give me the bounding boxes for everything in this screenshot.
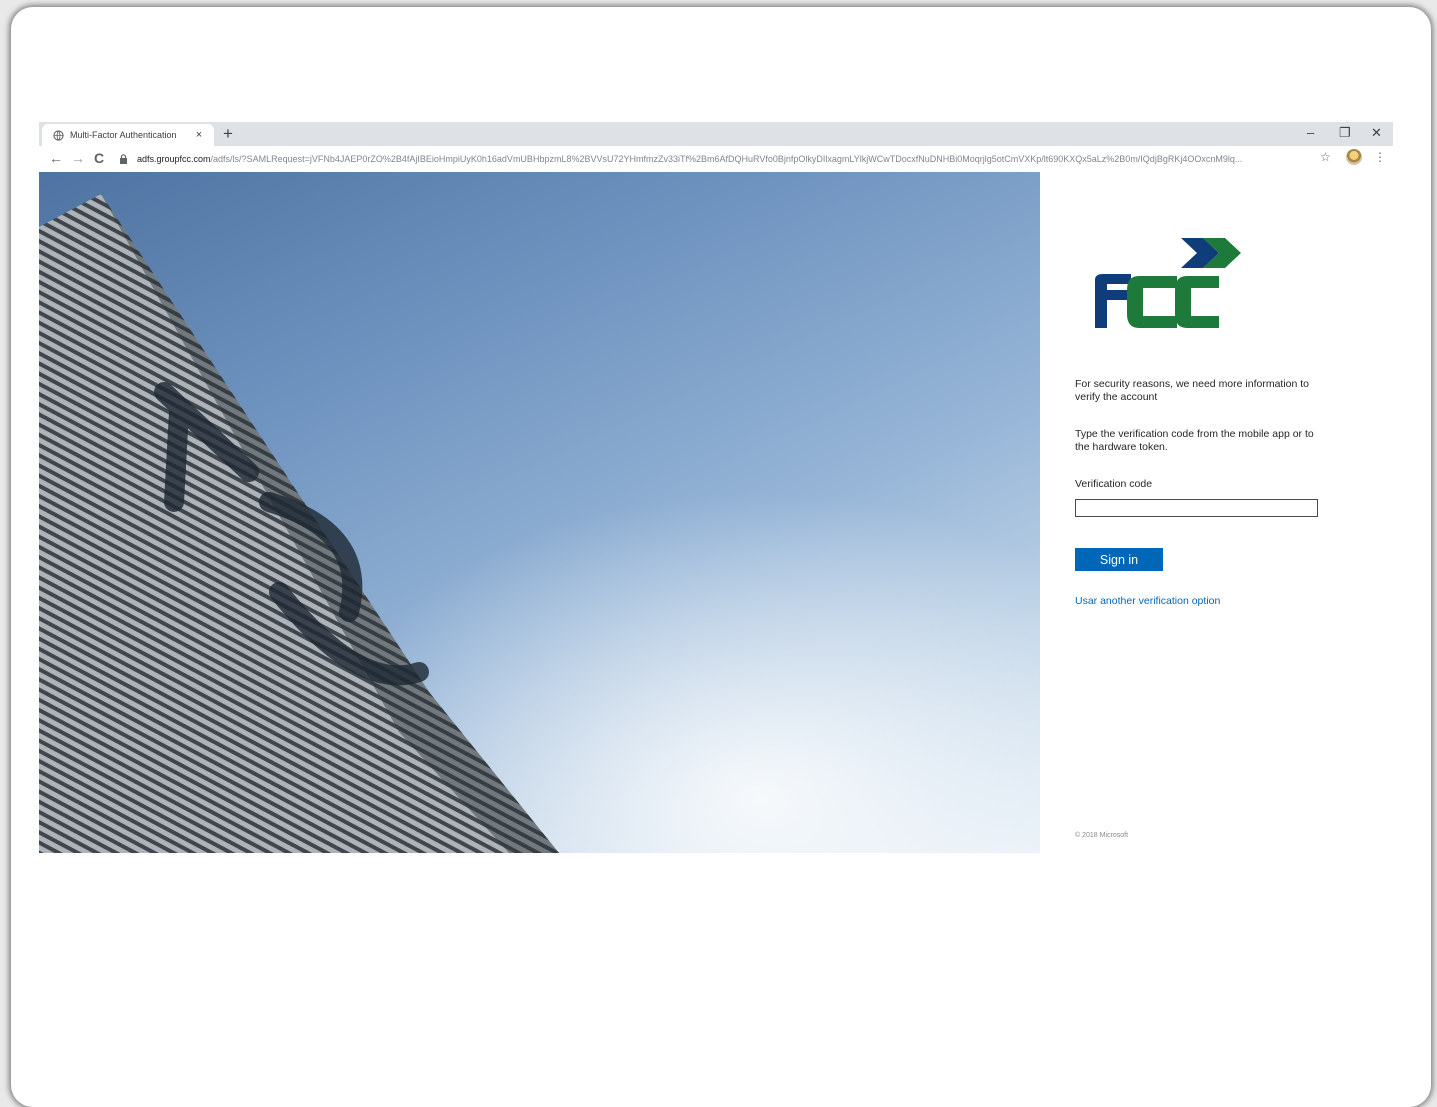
url-text: adfs.groupfcc.com/adfs/ls/?SAMLRequest=j…	[137, 154, 1242, 164]
footer-copyright: © 2018 Microsoft	[1075, 832, 1129, 839]
address-bar[interactable]: adfs.groupfcc.com/adfs/ls/?SAMLRequest=j…	[115, 149, 1311, 168]
security-message: For security reasons, we need more infor…	[1075, 378, 1310, 403]
restore-button[interactable]: ❐	[1339, 124, 1351, 142]
verification-code-input[interactable]	[1075, 499, 1318, 517]
page-content: For security reasons, we need more infor…	[39, 172, 1393, 853]
instruction-message: Type the verification code from the mobi…	[1075, 428, 1314, 453]
minimize-button[interactable]: –	[1307, 124, 1314, 142]
hero-building-image	[39, 172, 1040, 853]
close-window-button[interactable]: ✕	[1371, 124, 1382, 142]
forward-button[interactable]: →	[71, 149, 85, 167]
browser-toolbar: ← → C adfs.groupfcc.com/adfs/ls/?SAMLReq…	[39, 146, 1393, 173]
tab-close-icon[interactable]: ×	[192, 129, 206, 141]
back-button[interactable]: ←	[49, 149, 63, 167]
profile-avatar[interactable]	[1346, 149, 1362, 165]
new-tab-button[interactable]: +	[223, 124, 233, 144]
url-domain: adfs.groupfcc.com	[137, 153, 211, 164]
url-path: /adfs/ls/?SAMLRequest=jVFNb4JAEP0rZO%2B4…	[210, 153, 1243, 164]
fcc-logo	[1095, 234, 1260, 339]
reload-button[interactable]: C	[94, 149, 104, 167]
browser-menu-icon[interactable]: ⋮	[1374, 150, 1386, 164]
verification-code-label: Verification code	[1075, 478, 1153, 490]
alternate-verification-link[interactable]: Usar another verification option	[1075, 595, 1220, 607]
browser-window: Multi-Factor Authentication × + – ❐ ✕ ← …	[39, 122, 1393, 853]
tab-strip: Multi-Factor Authentication × + – ❐ ✕	[39, 122, 1393, 146]
lock-icon	[119, 153, 129, 164]
sign-in-button[interactable]: Sign in	[1075, 548, 1163, 571]
sign-in-panel: For security reasons, we need more infor…	[1040, 172, 1393, 853]
tab-title: Multi-Factor Authentication	[70, 130, 177, 140]
tab-mfa[interactable]: Multi-Factor Authentication ×	[42, 124, 214, 146]
globe-icon	[53, 129, 64, 141]
bookmark-star-icon[interactable]: ☆	[1320, 150, 1331, 164]
